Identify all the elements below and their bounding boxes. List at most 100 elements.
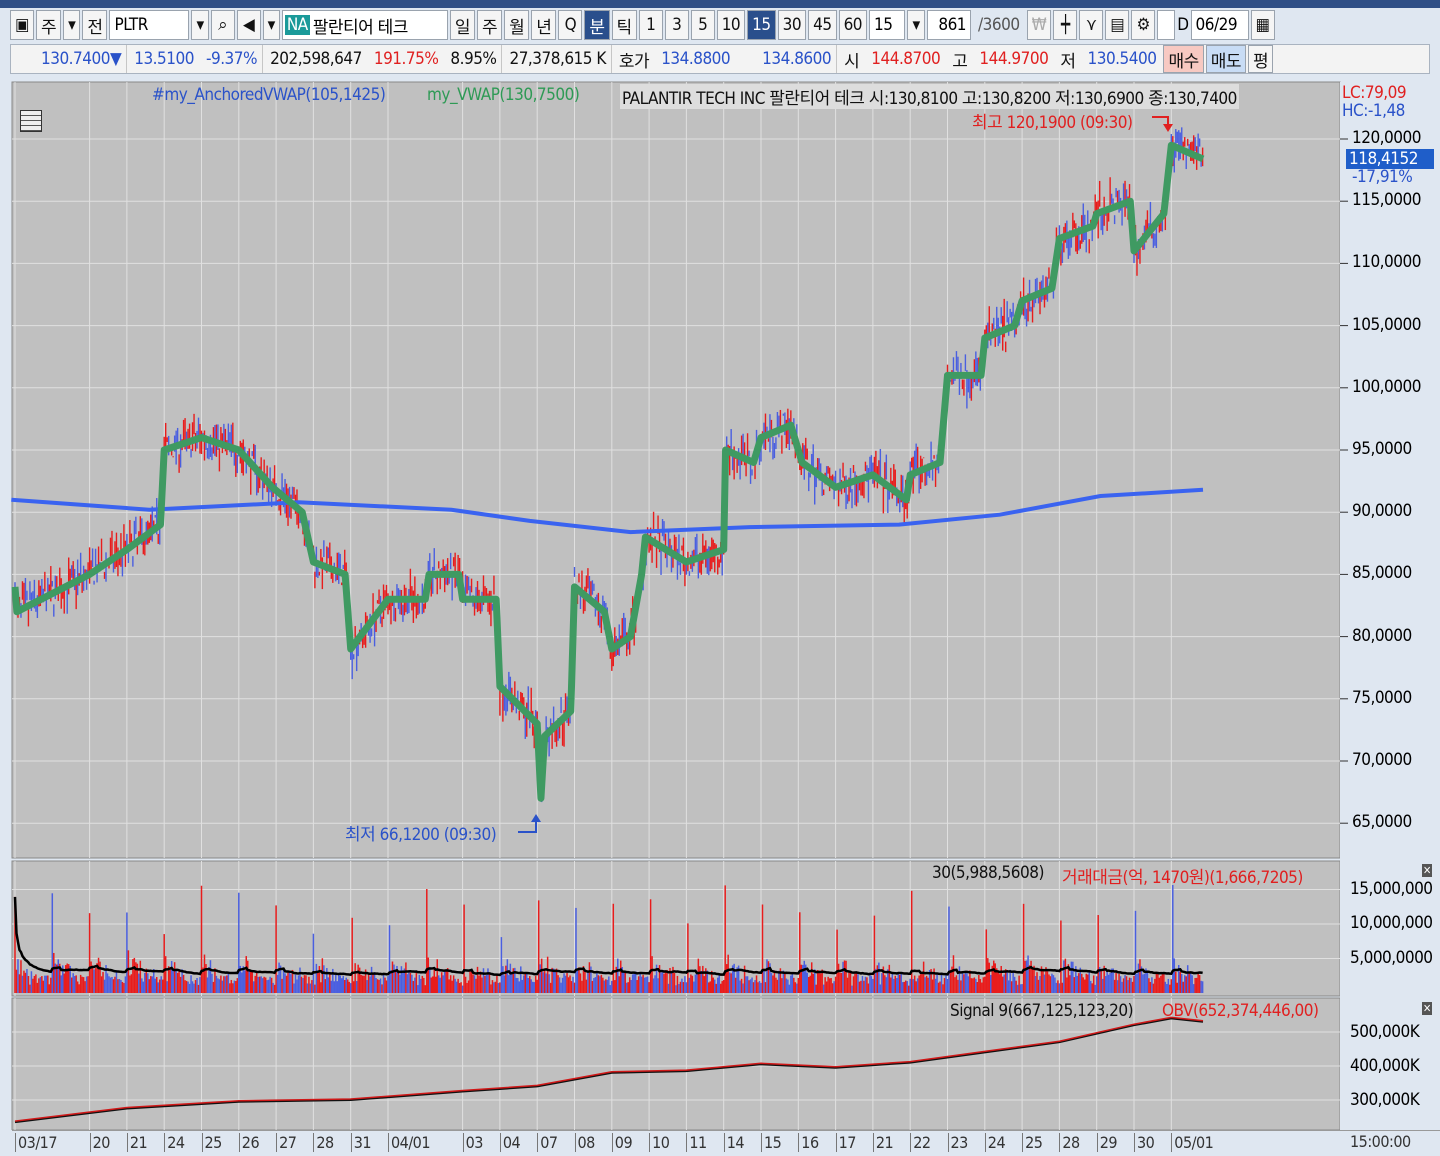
price-tick: 70,0000 <box>1352 750 1412 770</box>
price-tick: 100,0000 <box>1352 376 1421 397</box>
time-label: 15:00:00 <box>1350 1132 1411 1151</box>
buy-button[interactable]: 매수 <box>1163 45 1204 73</box>
date-label: 10 <box>649 1133 670 1152</box>
ohlc-legend: PALANTIR TECH INC 팔란티어 테크 시:130,8100 고:1… <box>620 84 1239 109</box>
search-icon[interactable]: ⌕ <box>210 10 235 40</box>
date-label: 04 <box>499 1133 521 1152</box>
obv-legend: OBV(652,374,446,00) <box>1162 1001 1319 1021</box>
period-day[interactable]: 일 <box>449 10 475 40</box>
maximize-icon[interactable]: ✕ <box>1422 1002 1432 1015</box>
interval-input[interactable]: 15 <box>869 10 906 40</box>
percent-change: -9.37% <box>201 45 264 73</box>
minute-60[interactable]: 60 <box>838 10 868 40</box>
candle-add-icon[interactable]: ┿ <box>1053 10 1078 40</box>
date-label: 22 <box>910 1133 931 1152</box>
period-year[interactable]: 년 <box>531 10 557 40</box>
price-tick: 80,0000 <box>1352 625 1412 646</box>
volume-tick: 10,000,000 <box>1350 913 1433 933</box>
chevron-down-icon[interactable]: ▾ <box>907 10 926 40</box>
won-icon[interactable]: ₩ <box>1026 10 1052 40</box>
type-select[interactable]: 주 <box>36 10 62 40</box>
volume-ma-legend: 30(5,988,5608) <box>932 863 1044 883</box>
amount: 27,378,615 K <box>504 45 612 73</box>
period-tick[interactable]: 틱 <box>611 10 637 40</box>
grid-toggle-icon[interactable] <box>20 110 42 132</box>
date-label: 04/01 <box>388 1133 430 1152</box>
minute-1[interactable]: 1 <box>638 10 663 40</box>
chevron-down-icon[interactable]: ▾ <box>262 10 280 40</box>
sell-button[interactable]: 매도 <box>1205 45 1247 73</box>
date-input[interactable]: 06/29 <box>1190 10 1249 40</box>
d-label: D <box>1177 15 1189 35</box>
even-button[interactable]: 평 <box>1248 45 1274 73</box>
price-tick: 75,0000 <box>1352 687 1412 708</box>
calendar-icon[interactable]: ▦ <box>1250 10 1275 40</box>
date-label: 03 <box>462 1133 483 1152</box>
date-label: 11 <box>686 1133 707 1152</box>
date-label: 08 <box>574 1133 595 1152</box>
date-label: 28 <box>313 1133 334 1152</box>
minute-15[interactable]: 15 <box>747 10 776 40</box>
date-label: 30 <box>1134 1133 1155 1152</box>
low-price: 130.5400 <box>1087 49 1157 69</box>
hoga-label: 호가 <box>618 51 650 72</box>
period-quarter[interactable]: Q <box>558 10 583 40</box>
amount-legend: 거래대금(억, 1470원)(1,666,7205) <box>1062 868 1303 888</box>
minute-10[interactable]: 10 <box>716 10 746 40</box>
date-label: 31 <box>350 1133 372 1152</box>
period-minute[interactable]: 분 <box>584 10 610 40</box>
low-annotation: 최저 66,1200 (09:30) <box>345 825 497 845</box>
price-tick: 105,0000 <box>1352 314 1421 335</box>
price-tick: 85,0000 <box>1352 563 1412 584</box>
d-checkbox[interactable] <box>1157 10 1176 40</box>
date-label: 09 <box>611 1133 633 1152</box>
price-tick: 110,0000 <box>1352 252 1421 273</box>
volume-tick: 5,000,0000 <box>1350 948 1433 968</box>
na-badge: NA <box>284 15 310 35</box>
date-label: 23 <box>947 1133 968 1152</box>
period-week[interactable]: 주 <box>476 10 503 40</box>
layout-icon[interactable]: ▣ <box>10 10 34 40</box>
type-value: 주 <box>41 17 57 38</box>
mode-button[interactable]: 전 <box>82 10 108 40</box>
line-add-icon[interactable]: ⋎ <box>1079 10 1104 40</box>
window-titlebar <box>0 0 1440 8</box>
chevron-down-icon[interactable]: ▾ <box>63 10 81 40</box>
chevron-down-icon[interactable]: ▾ <box>191 10 209 40</box>
date-label: 25 <box>201 1133 222 1152</box>
obv-tick: 500,000K <box>1350 1022 1420 1042</box>
date-label: 25 <box>1022 1133 1043 1152</box>
toolbar: ▣ 주 ▾ 전 PLTR ▾ ⌕ ◀ ▾ NA 팔란티어 테크 일 주 월 년 Q… <box>10 10 1275 40</box>
price-chart[interactable] <box>0 78 1440 1130</box>
high-annotation: 최고 120,1900 (09:30) <box>972 113 1133 133</box>
save-icon[interactable]: ▤ <box>1105 10 1130 40</box>
count-input[interactable]: 861 <box>927 10 972 40</box>
minute-30[interactable]: 30 <box>777 10 807 40</box>
signal-legend: Signal 9(667,125,123,20) <box>950 1001 1134 1021</box>
anchored-vwap-legend: #my_AnchoredVWAP(105,1425) <box>152 85 386 105</box>
period-month[interactable]: 월 <box>504 10 530 40</box>
open-label: 시 <box>844 51 860 72</box>
date-label: 07 <box>537 1133 558 1152</box>
date-label: 14 <box>723 1133 745 1152</box>
date-label: 17 <box>835 1133 856 1152</box>
obv-panel <box>11 997 1341 1130</box>
minute-3[interactable]: 3 <box>664 10 689 40</box>
date-label: 15 <box>761 1133 782 1152</box>
stock-name-field[interactable]: NA 팔란티어 테크 <box>281 10 448 40</box>
gear-icon[interactable]: ⚙ <box>1131 10 1156 40</box>
vwap-legend: my_VWAP(130,7500) <box>427 85 580 105</box>
volume-ratio: 191.75% <box>373 49 439 69</box>
volume: 202,598,647 <box>270 49 362 69</box>
minute-5[interactable]: 5 <box>690 10 715 40</box>
price-tick: 120,0000 <box>1352 128 1421 148</box>
maximize-icon[interactable]: ✕ <box>1422 864 1432 877</box>
price-tick: 95,0000 <box>1352 439 1412 459</box>
symbol-input[interactable]: PLTR <box>109 10 190 40</box>
date-label: 16 <box>798 1133 819 1152</box>
hc-value: HC:-1,48 <box>1342 101 1405 121</box>
count-max: /3600 <box>978 15 1020 35</box>
minute-45[interactable]: 45 <box>808 10 837 40</box>
date-label: 24 <box>984 1133 1006 1152</box>
speaker-icon[interactable]: ◀ <box>236 10 261 40</box>
